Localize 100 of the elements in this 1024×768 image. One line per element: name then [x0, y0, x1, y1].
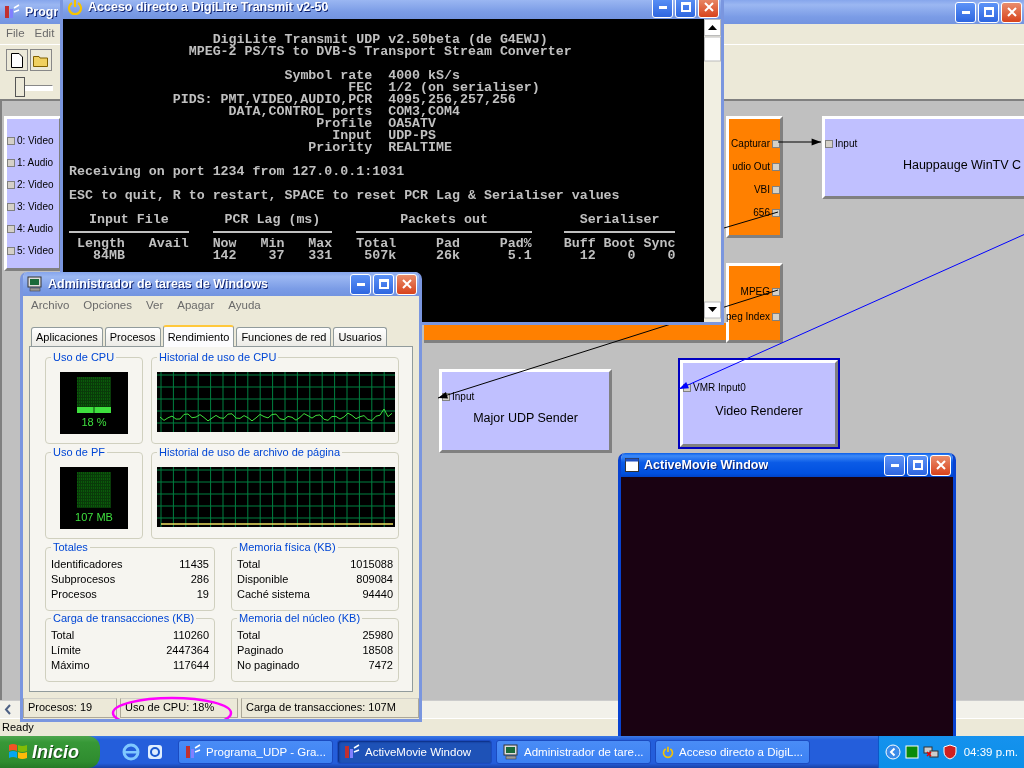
stat-value: 7472: [368, 658, 393, 673]
column-label: Sync: [643, 238, 676, 250]
stat-value: 26k: [436, 250, 460, 262]
vertical-scrollbar[interactable]: [704, 19, 721, 322]
minimize-button[interactable]: [652, 0, 673, 18]
stat-value: 5.1: [507, 250, 532, 262]
stat-label: Identificadores: [51, 557, 123, 572]
minimize-button[interactable]: [884, 454, 905, 476]
browser-icon[interactable]: [146, 743, 164, 761]
open-button[interactable]: [30, 49, 52, 71]
setting-value: UDP-PS: [388, 130, 437, 142]
maximize-button[interactable]: [373, 273, 394, 295]
group-title: Historial de uso de archivo de página: [157, 446, 342, 458]
app-icon: [503, 744, 519, 760]
pin-icon[interactable]: [772, 208, 780, 217]
filter-node[interactable]: VMR Input0 Video Renderer: [680, 360, 838, 447]
pin-label: Capturar: [731, 138, 770, 149]
stat-value: 142: [212, 250, 237, 262]
tab[interactable]: Funciones de red: [236, 327, 332, 346]
filter-node[interactable]: Input Major UDP Sender: [439, 369, 612, 453]
stat-value: 18508: [362, 643, 393, 658]
window-title: Acceso directo a DigiLite Transmit v2-50: [88, 0, 329, 14]
new-button[interactable]: [6, 49, 28, 71]
stat-value: 809084: [356, 572, 393, 587]
pin-label: udio Out: [732, 161, 770, 172]
tab[interactable]: Aplicaciones: [31, 327, 103, 346]
pin-icon[interactable]: [772, 287, 780, 296]
chevron-icon[interactable]: [885, 744, 901, 760]
group-title: Memoria física (KB): [237, 541, 338, 553]
slider-thumb[interactable]: [15, 77, 25, 97]
browser-icon[interactable]: [122, 743, 140, 761]
stat-label: No paginado: [237, 658, 300, 673]
setting-label: Symbol rate: [283, 70, 373, 82]
setting-label: DATA,CONTROL ports: [228, 106, 373, 118]
setting-label: Input: [332, 130, 373, 142]
stat-value: 507k: [364, 250, 397, 262]
setting-label: PIDS: PMT,VIDEO,AUDIO,PCR: [171, 94, 373, 106]
filter-node[interactable]: Input Hauppauge WinTV C: [822, 116, 1024, 199]
power-icon: [67, 0, 83, 15]
group-title: Uso de CPU: [51, 351, 117, 363]
network-icon[interactable]: [923, 745, 939, 759]
group-title: Historial de uso de CPU: [157, 351, 279, 363]
filter-node[interactable]: Capturar udio Out VBI 656: [726, 116, 783, 238]
menu-item[interactable]: File: [6, 27, 25, 41]
group-title: Totales: [51, 541, 90, 553]
maximize-button[interactable]: [978, 1, 999, 23]
tab[interactable]: Usuarios: [333, 327, 387, 346]
taskbar-button[interactable]: ActiveMovie Window: [337, 740, 492, 764]
column-heading: Input File: [87, 214, 170, 226]
menu-item[interactable]: Ayuda: [228, 299, 261, 315]
node-title: Video Renderer: [714, 403, 804, 418]
stat-value: 117644: [173, 658, 209, 673]
minimize-button[interactable]: [350, 273, 371, 295]
taskbar-button[interactable]: Acceso directo a DigiL...: [655, 740, 810, 764]
close-button[interactable]: [1001, 1, 1022, 23]
close-button[interactable]: [698, 0, 719, 18]
setting-value: REALTIME: [388, 142, 453, 154]
close-button[interactable]: [396, 273, 417, 295]
minimize-icon: [658, 5, 667, 9]
maximize-button[interactable]: [907, 454, 928, 476]
status-text: Ready: [2, 721, 34, 733]
minimize-icon: [356, 282, 365, 286]
stat-value: 331: [308, 250, 333, 262]
stat-label: Subprocesos: [51, 572, 116, 587]
stat-label: Total: [237, 557, 261, 572]
column-label: Min: [260, 238, 285, 250]
node-title: Hauppauge WinTV C: [901, 157, 1023, 172]
maximize-icon: [912, 460, 923, 470]
close-button[interactable]: [930, 454, 951, 476]
column-label: Total: [356, 238, 397, 250]
close-icon: [401, 279, 412, 289]
column-label: Length: [76, 238, 125, 250]
stat-value: 19: [196, 587, 209, 602]
menu-item[interactable]: Edit: [34, 27, 55, 41]
minimize-button[interactable]: [955, 1, 976, 23]
stat-label: Máximo: [51, 658, 90, 673]
menu-item[interactable]: Opciones: [83, 299, 132, 315]
group-title: Uso de PF: [51, 446, 107, 458]
tab[interactable]: Rendimiento: [162, 325, 235, 347]
minimize-icon: [890, 463, 899, 467]
group-title: Memoria del núcleo (KB): [237, 612, 363, 624]
stat-label: Disponible: [237, 572, 289, 587]
tab[interactable]: Procesos: [104, 327, 161, 346]
pin-label: VMR Input0: [693, 382, 746, 393]
menu-item[interactable]: Archivo: [31, 299, 70, 315]
start-button[interactable]: Inicio: [0, 736, 100, 768]
menu-item[interactable]: Ver: [145, 299, 164, 315]
menu-item[interactable]: Apagar: [177, 299, 215, 315]
maximize-button[interactable]: [675, 0, 696, 18]
meter-drawing: [77, 472, 111, 508]
shield-icon[interactable]: [943, 744, 957, 760]
column-label: Avail: [148, 238, 189, 250]
setting-value: 4095,256,257,256: [388, 94, 516, 106]
taskbar-button[interactable]: Administrador de tare...: [496, 740, 651, 764]
pin-label: 5: Video: [17, 245, 54, 256]
taskbar-button[interactable]: Programa_UDP - Gra...: [178, 740, 333, 764]
maximize-icon: [378, 279, 389, 289]
stat-label: Paginado: [237, 643, 284, 658]
tray-icon[interactable]: [905, 745, 919, 759]
pin-label: MPEG: [740, 286, 770, 297]
